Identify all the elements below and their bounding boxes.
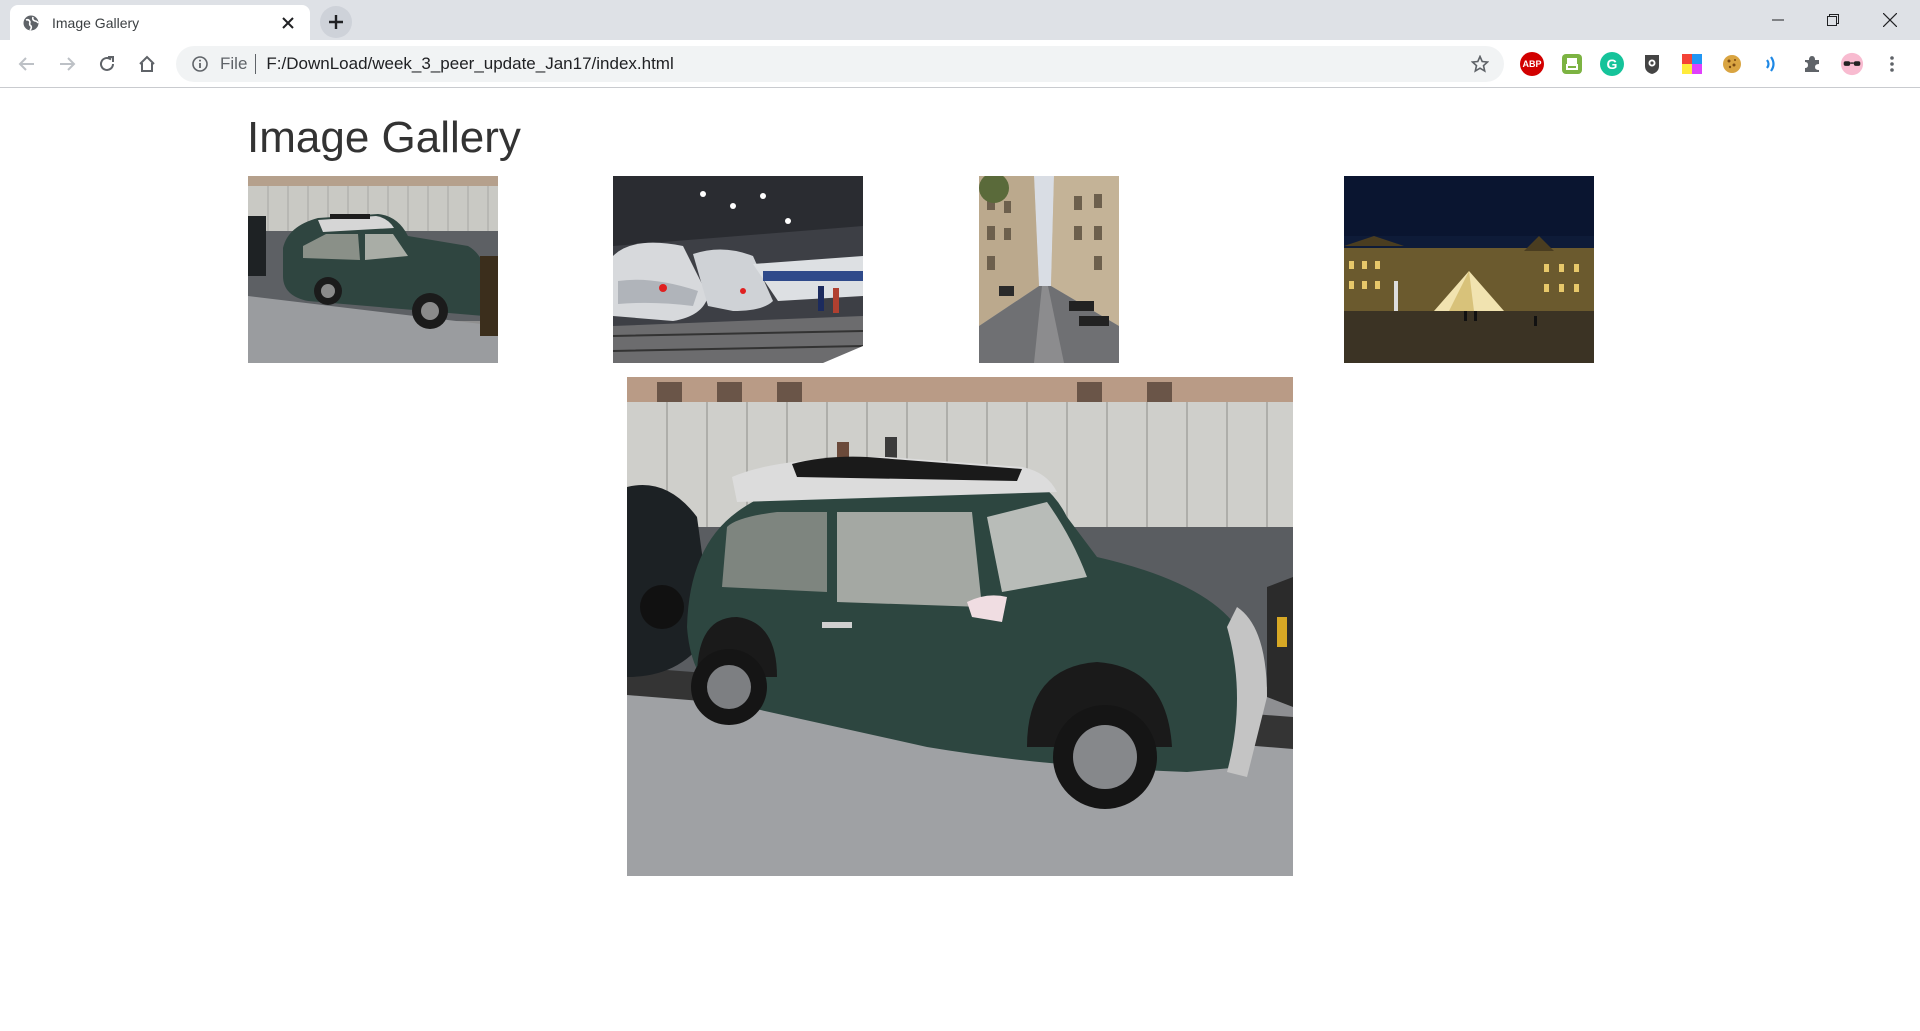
address-bar[interactable]: File F:/DownLoad/week_3_peer_update_Jan1…	[176, 46, 1504, 82]
forward-button[interactable]	[51, 48, 83, 80]
arrow-right-icon	[60, 57, 76, 71]
browser-tab[interactable]: Image Gallery	[10, 5, 310, 40]
plus-icon	[329, 15, 343, 29]
reload-button[interactable]	[91, 48, 123, 80]
address-scheme: File	[220, 54, 248, 73]
minimize-button[interactable]	[1750, 0, 1805, 40]
featured-image	[627, 377, 1293, 876]
privacy-shield-icon[interactable]	[1640, 52, 1664, 76]
new-tab-button[interactable]	[320, 6, 352, 38]
close-window-button[interactable]	[1862, 0, 1917, 40]
bookmark-star-icon[interactable]	[1468, 52, 1492, 76]
tab-strip: Image Gallery	[0, 0, 1920, 40]
home-button[interactable]	[131, 48, 163, 80]
close-icon	[1882, 13, 1897, 27]
print-friendly-icon[interactable]	[1560, 52, 1584, 76]
address-url[interactable]: F:/DownLoad/week_3_peer_update_Jan17/ind…	[266, 54, 1468, 74]
extensions-puzzle-icon[interactable]	[1800, 52, 1824, 76]
page-title: Image Gallery	[247, 113, 521, 162]
back-button[interactable]	[11, 48, 43, 80]
read-aloud-icon[interactable]	[1760, 52, 1784, 76]
minimize-icon	[1771, 19, 1784, 21]
home-icon	[139, 55, 155, 72]
color-grid-icon[interactable]	[1680, 52, 1704, 76]
thumbnail-train-station[interactable]	[613, 176, 863, 363]
reload-icon	[100, 56, 114, 71]
thumbnail-mini-car[interactable]	[248, 176, 498, 363]
thumbnail-louvre-night[interactable]	[1344, 176, 1594, 363]
globe-icon	[22, 14, 40, 32]
profile-avatar-icon[interactable]	[1840, 52, 1864, 76]
thumbnail-paris-street[interactable]	[979, 176, 1119, 363]
cookie-icon[interactable]	[1720, 52, 1744, 76]
adblock-plus-icon[interactable]: ABP	[1520, 52, 1544, 76]
arrow-left-icon	[18, 57, 34, 71]
page-content: Image Gallery	[0, 89, 1920, 1031]
restore-button[interactable]	[1805, 0, 1860, 40]
address-divider	[255, 54, 257, 74]
close-tab-icon[interactable]	[278, 13, 298, 33]
tab-title: Image Gallery	[52, 14, 140, 31]
more-menu-icon[interactable]	[1880, 52, 1904, 76]
restore-icon	[1826, 14, 1839, 26]
info-icon[interactable]	[190, 54, 210, 74]
browser-toolbar: File F:/DownLoad/week_3_peer_update_Jan1…	[0, 40, 1920, 88]
grammarly-icon[interactable]: G	[1600, 52, 1624, 76]
